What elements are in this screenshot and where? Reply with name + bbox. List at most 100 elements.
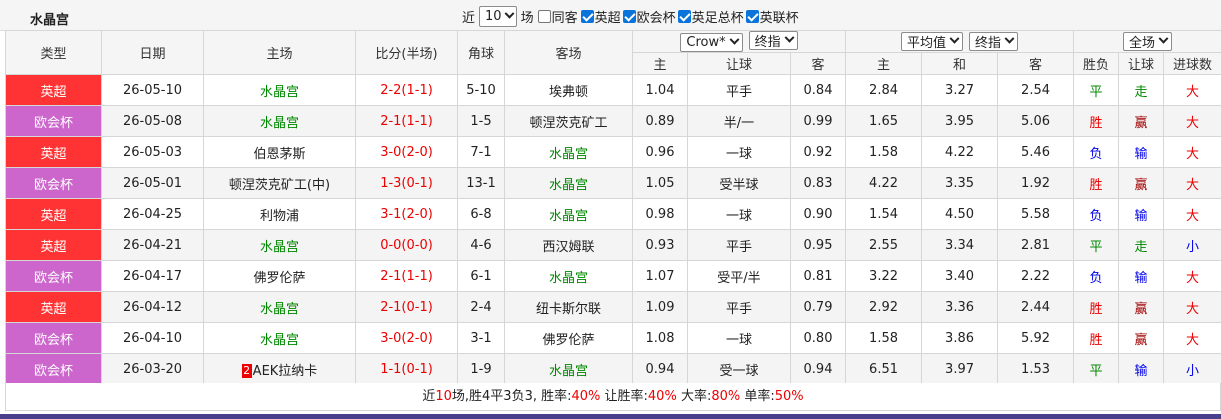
avg-draw-cell: 3.40 [921,260,999,292]
team-title: 水晶宫 [30,13,70,28]
sub-handicap: 让球 [687,52,791,75]
table-row[interactable]: 欧会杯 26-04-17 佛罗伦萨 2-1(1-1) 6-1 水晶宫 1.07 受平/半 0.8… [5,260,1221,292]
avg-home-cell: 4.22 [845,167,923,199]
average-odds-type-select[interactable]: 终指 [969,32,1019,51]
league-cell[interactable]: 英超 [5,74,102,106]
league-cell[interactable]: 英超 [5,198,102,230]
match-count-select[interactable]: 10 [479,5,517,27]
avg-away-cell: 1.92 [997,167,1075,199]
home-team-cell[interactable]: 水晶宫 [203,229,356,261]
summary-bar: 近10场,胜4平3负3, 胜率:40% 让胜率:40% 大率:80% 单率:50… [5,383,1221,411]
home-team-cell[interactable]: 水晶宫 [203,291,356,323]
league-cell[interactable]: 英超 [5,136,102,168]
score-cell[interactable]: 3-1(2-0) [355,198,458,230]
league-checkbox-facup[interactable] [677,9,691,23]
avg-home-cell: 3.22 [845,260,923,292]
sub-goals: 进球数 [1163,52,1221,75]
away-team-cell[interactable]: 水晶宫 [504,260,633,292]
table-row[interactable]: 英超 26-04-21 水晶宫 0-0(0-0) 4-6 西汉姆联 0.93 平手 0.95 2.… [5,229,1221,261]
odds-type-select[interactable]: 终指 [748,31,798,50]
home-team-cell[interactable]: 佛罗伦萨 [203,260,356,292]
table-row[interactable]: 欧会杯 26-05-01 顿涅茨克矿工(中) 1-3(0-1) 13-1 水晶宫 1.05 受… [5,167,1221,199]
league-checkbox-leaguecup[interactable] [745,9,759,23]
odds-home-cell: 0.96 [632,136,688,168]
goals-cell: 大 [1163,136,1221,168]
col-score: 比分(半场) [355,30,458,75]
score-cell[interactable]: 3-0(2-0) [355,136,458,168]
odds-home-cell: 1.08 [632,322,688,354]
away-team-cell[interactable]: 佛罗伦萨 [504,322,633,354]
away-team-cell[interactable]: 水晶宫 [504,136,633,168]
away-team-cell[interactable]: 水晶宫 [504,198,633,230]
table-row[interactable]: 英超 26-05-03 伯恩茅斯 3-0(2-0) 7-1 水晶宫 0.96 一球 0.92 1.… [5,136,1221,168]
home-team-name: 水晶宫 [259,115,299,131]
period-select[interactable]: 全场 [1123,32,1173,51]
league-cell[interactable]: 欧会杯 [5,167,102,199]
league-checkbox-conference[interactable] [622,9,636,23]
odds-away-cell: 0.83 [789,167,847,199]
home-team-cell[interactable]: 水晶宫 [203,74,356,106]
home-team-cell[interactable]: 伯恩茅斯 [203,136,356,168]
home-team-cell[interactable]: 水晶宫 [203,105,356,137]
league-cell[interactable]: 英超 [5,291,102,323]
away-team-cell[interactable]: 西汉姆联 [504,229,633,261]
average-select[interactable]: 平均值 [901,32,964,51]
away-team-cell[interactable]: 埃弗顿 [504,74,633,106]
odds-away-cell: 0.79 [789,291,847,323]
home-team-cell[interactable]: 顿涅茨克矿工(中) [203,167,356,199]
home-team-cell[interactable]: 2 AEK拉纳卡 [203,353,356,385]
league-checkbox-premier[interactable] [580,9,594,23]
score-cell[interactable]: 2-2(1-1) [355,74,458,106]
score-cell[interactable]: 2-1(1-1) [355,260,458,292]
avg-draw-cell: 3.36 [921,291,999,323]
goals-cell: 大 [1163,167,1221,199]
date-cell: 26-05-03 [101,136,204,168]
odds-handicap-cell: 受半球 [687,167,791,199]
handicap-result-cell: 赢 [1118,291,1165,323]
league-cell[interactable]: 欧会杯 [5,322,102,354]
same-home-away-checkbox[interactable] [537,9,551,23]
league-cell[interactable]: 欧会杯 [5,353,102,385]
sub-handicap-result: 让球 [1118,52,1165,75]
result-cell: 负 [1073,198,1120,230]
league-cell[interactable]: 欧会杯 [5,260,102,292]
table-row[interactable]: 欧会杯 26-05-08 水晶宫 2-1(1-1) 1-5 顿涅茨克矿工 0.89 半/一 0.… [5,105,1221,137]
table-row[interactable]: 英超 26-05-10 水晶宫 2-2(1-1) 5-10 埃弗顿 1.04 平手 0.84 2.… [5,74,1221,106]
score-cell[interactable]: 1-3(0-1) [355,167,458,199]
odds-handicap-cell: 受平/半 [687,260,791,292]
table-row[interactable]: 英超 26-04-25 利物浦 3-1(2-0) 6-8 水晶宫 0.98 一球 0.90 1.5… [5,198,1221,230]
home-team-cell[interactable]: 利物浦 [203,198,356,230]
chevron-down-icon [1158,33,1169,44]
home-team-cell[interactable]: 水晶宫 [203,322,356,354]
odds-home-cell: 0.98 [632,198,688,230]
score-cell[interactable]: 2-1(0-1) [355,291,458,323]
company-select[interactable]: Crow* [680,33,743,52]
sub-home: 主 [632,52,688,75]
score-cell[interactable]: 0-0(0-0) [355,229,458,261]
league-cell[interactable]: 欧会杯 [5,105,102,137]
score-cell[interactable]: 2-1(1-1) [355,105,458,137]
away-team-cell[interactable]: 纽卡斯尔联 [504,291,633,323]
home-team-name: 水晶宫 [259,239,299,255]
league-cell[interactable]: 英超 [5,229,102,261]
avg-draw-cell: 3.97 [921,353,999,385]
away-team-cell[interactable]: 顿涅茨克矿工 [504,105,633,137]
chevron-down-icon [949,33,960,44]
odds-home-cell: 1.07 [632,260,688,292]
avg-home-cell: 2.55 [845,229,923,261]
summary-handicap-rate: 40% [647,389,677,404]
table-row[interactable]: 欧会杯 26-03-20 2 AEK拉纳卡 1-1(0-1) 1-9 水晶宫 0.94 受一球 0… [5,353,1221,385]
handicap-result-cell: 输 [1118,136,1165,168]
score-cell[interactable]: 1-1(0-1) [355,353,458,385]
goals-cell: 大 [1163,322,1221,354]
away-team-cell[interactable]: 水晶宫 [504,353,633,385]
table-row[interactable]: 英超 26-04-12 水晶宫 2-1(0-1) 2-4 纽卡斯尔联 1.09 平手 0.79 2… [5,291,1221,323]
corners-cell: 6-1 [457,260,505,292]
score-cell[interactable]: 3-0(2-0) [355,322,458,354]
corners-cell: 3-1 [457,322,505,354]
away-team-cell[interactable]: 水晶宫 [504,167,633,199]
avg-home-cell: 1.65 [845,105,923,137]
goals-cell: 大 [1163,260,1221,292]
average-odds-header: 平均值 终指 [845,30,1075,53]
table-row[interactable]: 欧会杯 26-04-10 水晶宫 3-0(2-0) 3-1 佛罗伦萨 1.08 一球 0.80 1… [5,322,1221,354]
